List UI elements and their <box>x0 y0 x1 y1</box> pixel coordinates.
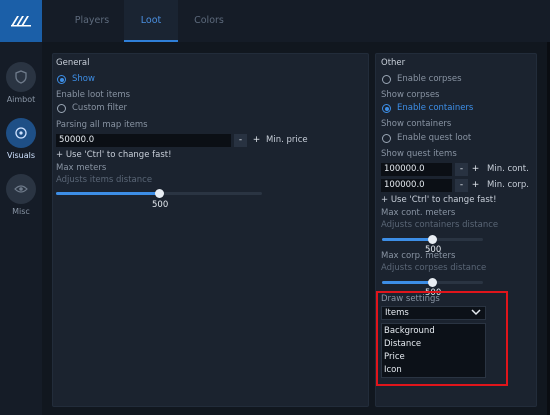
general-title: General <box>56 58 90 68</box>
sidebar: Aimbot Visuals Misc <box>0 0 42 415</box>
tab-colors[interactable]: Colors <box>182 0 236 42</box>
enable-containers-radio[interactable] <box>382 104 391 113</box>
max-cont-label: Max cont. meters <box>381 208 456 218</box>
shield-icon <box>6 62 36 92</box>
show-corpses-label: Show corpses <box>381 90 440 100</box>
sidebar-item-visuals[interactable]: Visuals <box>0 114 42 168</box>
slider-handle[interactable] <box>428 235 437 244</box>
logo-icon <box>11 16 31 27</box>
max-corp-slider[interactable] <box>382 278 483 287</box>
enable-containers-label[interactable]: Enable containers <box>397 103 473 113</box>
ctrl-hint-other: + Use 'Ctrl' to change fast! <box>381 195 497 205</box>
enable-corpses-label[interactable]: Enable corpses <box>397 74 462 84</box>
ctrl-hint: + Use 'Ctrl' to change fast! <box>56 150 172 160</box>
slider-handle[interactable] <box>428 278 437 287</box>
max-meters-value: 500 <box>152 200 169 210</box>
sidebar-item-aimbot[interactable]: Aimbot <box>0 58 42 112</box>
min-corp-increase-button[interactable]: + <box>469 179 482 192</box>
target-icon <box>6 118 36 148</box>
slider-fill <box>56 192 159 195</box>
custom-filter-label[interactable]: Custom filter <box>72 103 127 113</box>
sidebar-item-label: Visuals <box>6 151 36 160</box>
other-title: Other <box>381 58 406 68</box>
tab-loot[interactable]: Loot <box>124 0 178 42</box>
min-corp-label: Min. corp. <box>487 180 529 190</box>
min-corp-input[interactable]: 100000.0 <box>381 179 452 192</box>
max-corp-hint: Adjusts corpses distance <box>381 263 487 273</box>
max-cont-hint: Adjusts containers distance <box>381 220 499 230</box>
custom-filter-radio[interactable] <box>57 104 66 113</box>
enable-quest-radio[interactable] <box>382 134 391 143</box>
show-containers-label: Show containers <box>381 119 452 129</box>
enable-loot-label: Enable loot items <box>56 90 131 100</box>
min-price-label: Min. price <box>266 135 308 145</box>
min-price-increase-button[interactable]: + <box>250 134 263 147</box>
slider-fill <box>382 238 433 241</box>
max-meters-label: Max meters <box>56 163 107 173</box>
min-price-decrease-button[interactable]: - <box>234 134 247 147</box>
min-price-input[interactable]: 50000.0 <box>56 134 231 147</box>
min-cont-input[interactable]: 100000.0 <box>381 163 452 176</box>
highlight-box <box>376 291 508 386</box>
parsing-label: Parsing all map items <box>56 120 148 130</box>
show-radio[interactable] <box>57 75 66 84</box>
slider-handle[interactable] <box>154 189 164 198</box>
sidebar-item-label: Aimbot <box>6 95 36 104</box>
max-cont-slider[interactable] <box>382 235 483 244</box>
max-corp-label: Max corp. meters <box>381 251 456 261</box>
eye-icon <box>6 174 36 204</box>
tab-bar: Players Loot Colors <box>42 0 550 42</box>
min-cont-increase-button[interactable]: + <box>469 163 482 176</box>
min-corp-decrease-button[interactable]: - <box>455 179 468 192</box>
enable-quest-label[interactable]: Enable quest loot <box>397 133 471 143</box>
tab-players[interactable]: Players <box>64 0 120 42</box>
sidebar-item-misc[interactable]: Misc <box>0 170 42 224</box>
min-cont-decrease-button[interactable]: - <box>455 163 468 176</box>
slider-fill <box>382 281 433 284</box>
max-meters-slider[interactable] <box>56 189 262 198</box>
enable-corpses-radio[interactable] <box>382 75 391 84</box>
sidebar-item-label: Misc <box>12 207 30 216</box>
show-quest-label: Show quest items <box>381 149 457 159</box>
show-label[interactable]: Show <box>72 74 95 84</box>
max-meters-hint: Adjusts items distance <box>56 175 153 185</box>
app-logo <box>0 0 42 42</box>
min-cont-label: Min. cont. <box>487 164 529 174</box>
